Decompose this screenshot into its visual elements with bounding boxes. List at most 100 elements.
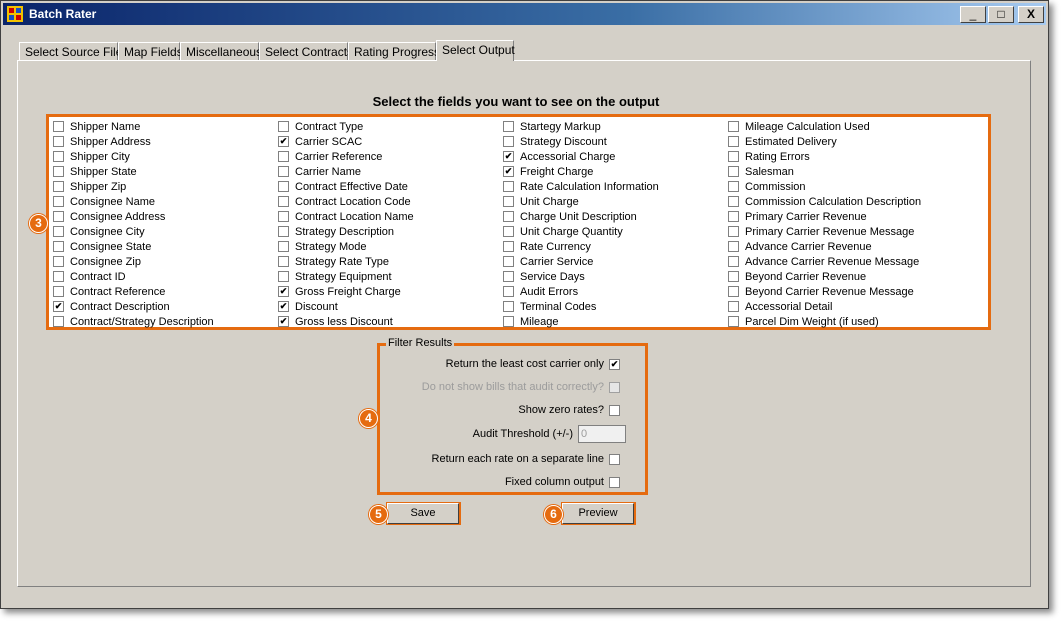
field-option[interactable]: Strategy Equipment [278,269,414,284]
save-button[interactable]: Save [387,503,459,524]
field-checkbox[interactable] [728,256,739,267]
field-option[interactable]: Contract Location Code [278,194,414,209]
field-option[interactable]: Shipper Address [53,134,214,149]
field-checkbox[interactable] [728,151,739,162]
field-checkbox[interactable] [503,121,514,132]
minimize-button[interactable]: _ [960,6,986,23]
field-option[interactable]: Shipper City [53,149,214,164]
field-option[interactable]: Contract Type [278,119,414,134]
field-checkbox[interactable] [53,316,64,327]
field-checkbox[interactable] [53,256,64,267]
field-checkbox[interactable]: ✔ [278,316,289,327]
field-option[interactable]: Carrier Reference [278,149,414,164]
field-option[interactable]: Primary Carrier Revenue Message [728,224,921,239]
fixed-column-checkbox[interactable] [609,476,620,488]
field-option[interactable]: Advance Carrier Revenue Message [728,254,921,269]
tab-miscellaneous[interactable]: Miscellaneous [180,42,262,60]
field-option[interactable]: Shipper Zip [53,179,214,194]
field-option[interactable]: Advance Carrier Revenue [728,239,921,254]
field-checkbox[interactable] [503,286,514,297]
field-checkbox[interactable] [728,166,739,177]
field-option[interactable]: ✔ Gross less Discount [278,314,414,329]
field-option[interactable]: Parcel Dim Weight (if used) [728,314,921,329]
field-option[interactable]: Shipper Name [53,119,214,134]
field-option[interactable]: Contract Reference [53,284,214,299]
field-option[interactable]: ✔ Accessorial Charge [503,149,659,164]
field-option[interactable]: Estimated Delivery [728,134,921,149]
field-checkbox[interactable]: ✔ [278,136,289,147]
field-option[interactable]: Rate Currency [503,239,659,254]
field-option[interactable]: Commission Calculation Description [728,194,921,209]
field-option[interactable]: Carrier Service [503,254,659,269]
field-checkbox[interactable]: ✔ [503,166,514,177]
field-option[interactable]: Consignee Zip [53,254,214,269]
field-checkbox[interactable] [728,226,739,237]
field-option[interactable]: ✔ Freight Charge [503,164,659,179]
field-option[interactable]: ✔ Contract Description [53,299,214,314]
field-option[interactable]: Consignee State [53,239,214,254]
field-checkbox[interactable] [503,211,514,222]
field-checkbox[interactable] [53,211,64,222]
field-checkbox[interactable] [503,196,514,207]
field-checkbox[interactable] [278,271,289,282]
field-checkbox[interactable] [278,166,289,177]
field-option[interactable]: Mileage [503,314,659,329]
field-option[interactable]: Accessorial Detail [728,299,921,314]
separate-line-checkbox[interactable] [609,453,620,465]
field-option[interactable]: Consignee City [53,224,214,239]
field-option[interactable]: Commission [728,179,921,194]
least-cost-row[interactable]: Return the least cost carrier only ✔ [446,358,626,370]
field-checkbox[interactable] [53,121,64,132]
field-option[interactable]: Contract ID [53,269,214,284]
field-checkbox[interactable] [53,196,64,207]
field-checkbox[interactable] [728,241,739,252]
field-option[interactable]: Service Days [503,269,659,284]
field-option[interactable]: Shipper State [53,164,214,179]
least-cost-checkbox[interactable]: ✔ [609,358,620,370]
field-option[interactable]: Audit Errors [503,284,659,299]
field-checkbox[interactable] [503,226,514,237]
field-option[interactable]: Unit Charge Quantity [503,224,659,239]
field-checkbox[interactable]: ✔ [53,301,64,312]
field-option[interactable]: ✔ Carrier SCAC [278,134,414,149]
field-checkbox[interactable] [278,211,289,222]
field-option[interactable]: Contract/Strategy Description [53,314,214,329]
field-checkbox[interactable] [53,166,64,177]
field-checkbox[interactable]: ✔ [278,286,289,297]
field-checkbox[interactable] [53,136,64,147]
field-option[interactable]: Unit Charge [503,194,659,209]
field-checkbox[interactable] [278,151,289,162]
field-checkbox[interactable] [53,226,64,237]
field-checkbox[interactable] [503,301,514,312]
field-checkbox[interactable] [728,286,739,297]
tab-select-source-file[interactable]: Select Source File [19,42,122,60]
zero-rates-row[interactable]: Show zero rates? [518,404,626,416]
field-checkbox[interactable] [278,226,289,237]
field-option[interactable]: Consignee Name [53,194,214,209]
field-checkbox[interactable] [53,181,64,192]
tab-select-contracts[interactable]: Select Contracts [259,42,353,60]
field-option[interactable]: Consignee Address [53,209,214,224]
field-checkbox[interactable] [278,196,289,207]
field-checkbox[interactable] [278,121,289,132]
field-option[interactable]: Contract Location Name [278,209,414,224]
field-checkbox[interactable] [728,181,739,192]
field-option[interactable]: Salesman [728,164,921,179]
fixed-column-row[interactable]: Fixed column output [505,476,626,488]
field-option[interactable]: Rate Calculation Information [503,179,659,194]
field-checkbox[interactable] [53,271,64,282]
field-checkbox[interactable] [53,286,64,297]
field-option[interactable]: Strategy Mode [278,239,414,254]
field-option[interactable]: Beyond Carrier Revenue Message [728,284,921,299]
separate-line-row[interactable]: Return each rate on a separate line [432,453,626,465]
field-checkbox[interactable] [503,241,514,252]
field-checkbox[interactable] [728,301,739,312]
field-option[interactable]: Terminal Codes [503,299,659,314]
field-option[interactable]: Strategy Description [278,224,414,239]
field-checkbox[interactable] [278,241,289,252]
maximize-button[interactable]: □ [988,6,1014,23]
field-checkbox[interactable] [728,211,739,222]
field-option[interactable]: Primary Carrier Revenue [728,209,921,224]
field-option[interactable]: Beyond Carrier Revenue [728,269,921,284]
field-checkbox[interactable] [503,256,514,267]
